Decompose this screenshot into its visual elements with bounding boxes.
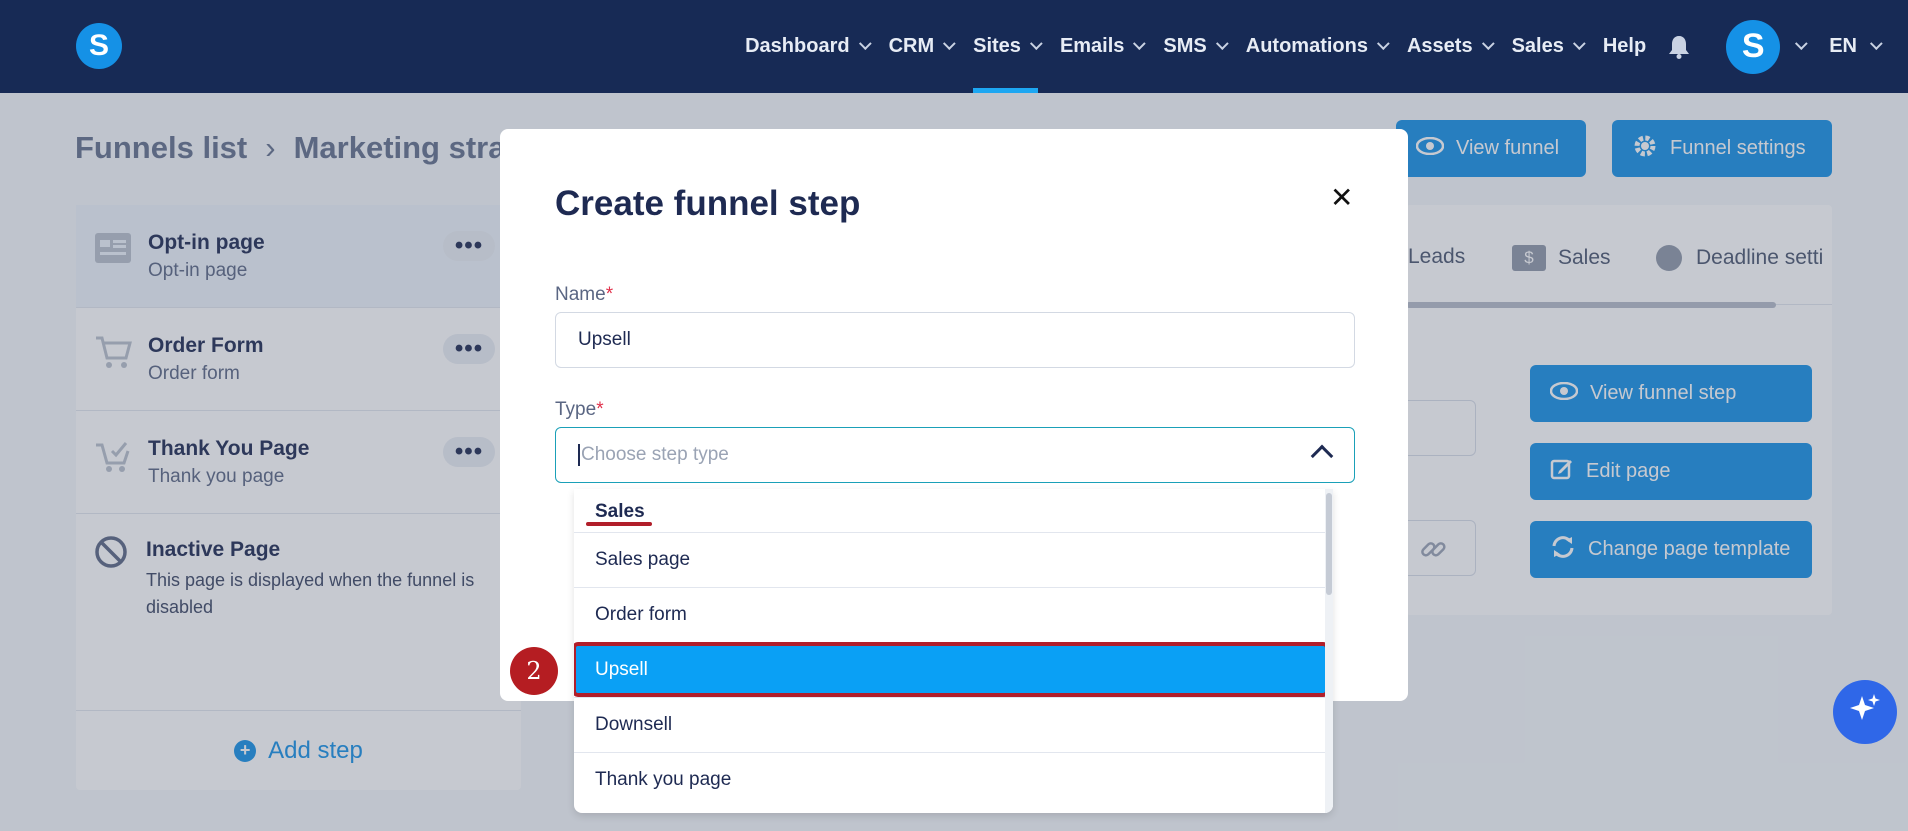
option-sales-page[interactable]: Sales page	[574, 532, 1325, 587]
name-field[interactable]: Upsell	[555, 312, 1355, 368]
nav-item-assets[interactable]: Assets	[1406, 0, 1495, 93]
name-label-text: Name	[555, 284, 606, 305]
option-label: Downsell	[595, 714, 673, 735]
chevron-down-icon	[1376, 37, 1390, 51]
language-label: EN	[1829, 35, 1857, 57]
name-label: Name*	[555, 284, 613, 306]
option-label: Order form	[595, 604, 687, 625]
nav-item-automations[interactable]: Automations	[1245, 0, 1390, 93]
chevron-down-icon	[1869, 37, 1883, 51]
option-order-form[interactable]: Order form	[574, 587, 1325, 642]
dropdown-group-label: Sales	[595, 501, 645, 522]
nav-item-crm[interactable]: CRM	[888, 0, 956, 93]
chevron-down-icon	[1572, 37, 1586, 51]
nav-label: Help	[1602, 35, 1647, 57]
required-mark: *	[596, 399, 604, 420]
nav-label: Sites	[973, 35, 1021, 57]
group-underline-annotation	[586, 522, 652, 526]
nav-item-help[interactable]: Help	[1603, 0, 1646, 93]
chevron-down-icon	[943, 37, 956, 51]
sparkle-icon	[1848, 692, 1882, 733]
user-avatar[interactable]: S	[1726, 19, 1781, 74]
bell-icon[interactable]	[1668, 35, 1690, 59]
type-label-text: Type	[555, 399, 597, 420]
nav-label: Sales	[1511, 35, 1564, 57]
nav-menu: Dashboard CRM Sites Emails SMS Automatio…	[723, 0, 1908, 93]
option-upsell[interactable]: Upsell	[574, 642, 1329, 697]
nav-label: Emails	[1059, 35, 1125, 57]
chevron-down-icon	[1215, 37, 1229, 51]
nav-item-sites[interactable]: Sites	[973, 0, 1043, 93]
chevron-down-icon	[1133, 37, 1147, 51]
nav-item-sms[interactable]: SMS	[1163, 0, 1229, 93]
chevron-down-icon	[1029, 37, 1043, 51]
nav-item-dashboard[interactable]: Dashboard	[745, 0, 872, 93]
option-label: Thank you page	[595, 769, 732, 790]
chevron-down-icon	[858, 37, 872, 51]
nav-label: Assets	[1406, 35, 1473, 57]
top-navigation: S Dashboard CRM Sites Emails SMS Automat…	[0, 0, 1908, 93]
app-logo[interactable]: S	[76, 23, 122, 69]
name-value: Upsell	[578, 329, 631, 350]
type-dropdown: Sales Sales page Order form Upsell Downs…	[574, 489, 1333, 813]
nav-item-sales[interactable]: Sales	[1511, 0, 1586, 93]
type-select[interactable]: Choose step type	[555, 427, 1355, 483]
language-selector[interactable]: EN	[1829, 35, 1883, 58]
step-number-badge: 2	[510, 647, 558, 695]
option-thank-you-page[interactable]: Thank you page	[574, 752, 1325, 807]
chevron-down-icon	[1481, 37, 1495, 51]
option-label: Upsell	[595, 658, 648, 680]
nav-label: Dashboard	[745, 35, 850, 57]
required-mark: *	[605, 284, 614, 305]
scrollbar-thumb[interactable]	[1326, 493, 1332, 595]
nav-label: CRM	[888, 35, 935, 57]
modal-title: Create funnel step	[555, 184, 861, 223]
type-label: Type*	[555, 399, 604, 421]
nav-label: Automations	[1245, 35, 1368, 57]
chevron-down-icon[interactable]	[1795, 37, 1808, 51]
nav-label: SMS	[1163, 35, 1207, 57]
chevron-up-icon[interactable]	[1310, 444, 1334, 468]
option-label: Sales page	[595, 549, 691, 570]
nav-item-emails[interactable]: Emails	[1059, 0, 1147, 93]
option-downsell[interactable]: Downsell	[574, 697, 1325, 752]
type-placeholder: Choose step type	[578, 444, 729, 466]
close-icon[interactable]: ✕	[1330, 181, 1353, 214]
ai-assistant-button[interactable]	[1833, 680, 1897, 744]
